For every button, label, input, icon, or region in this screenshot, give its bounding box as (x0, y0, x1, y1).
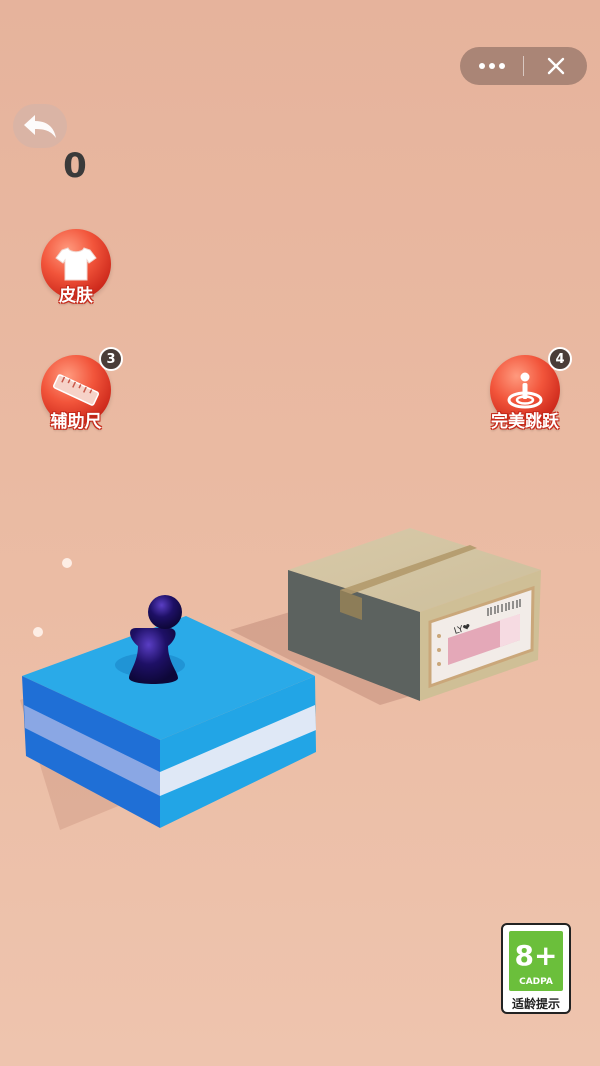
skin-button[interactable]: 皮肤 (31, 229, 121, 319)
particle (33, 627, 43, 637)
close-icon (547, 57, 564, 75)
age-rating-value: 8+ (514, 939, 558, 972)
more-button[interactable] (460, 47, 523, 85)
more-dots-icon (478, 63, 505, 69)
back-arrow-icon (24, 115, 56, 138)
age-rating-tip: 适龄提示 (511, 997, 560, 1011)
close-button[interactable] (524, 47, 587, 85)
perfect-jump-count-badge: 4 (548, 347, 572, 371)
particle (62, 558, 72, 568)
perfect-jump-button[interactable]: 4 完美跳跃 (480, 347, 572, 445)
ruler-label: 辅助尺 (50, 412, 102, 432)
ruler-count-badge: 3 (99, 347, 123, 371)
age-rating-org: CADPA (519, 977, 553, 987)
mini-program-capsule (460, 47, 587, 85)
ruler-button[interactable]: 3 辅助尺 (31, 347, 123, 445)
score-counter: 0 (63, 146, 87, 186)
perfect-jump-label: 完美跳跃 (491, 412, 559, 432)
skin-label: 皮肤 (59, 286, 93, 306)
back-button[interactable] (13, 104, 67, 148)
age-rating-badge: 8+ CADPA 适龄提示 (501, 923, 571, 1014)
